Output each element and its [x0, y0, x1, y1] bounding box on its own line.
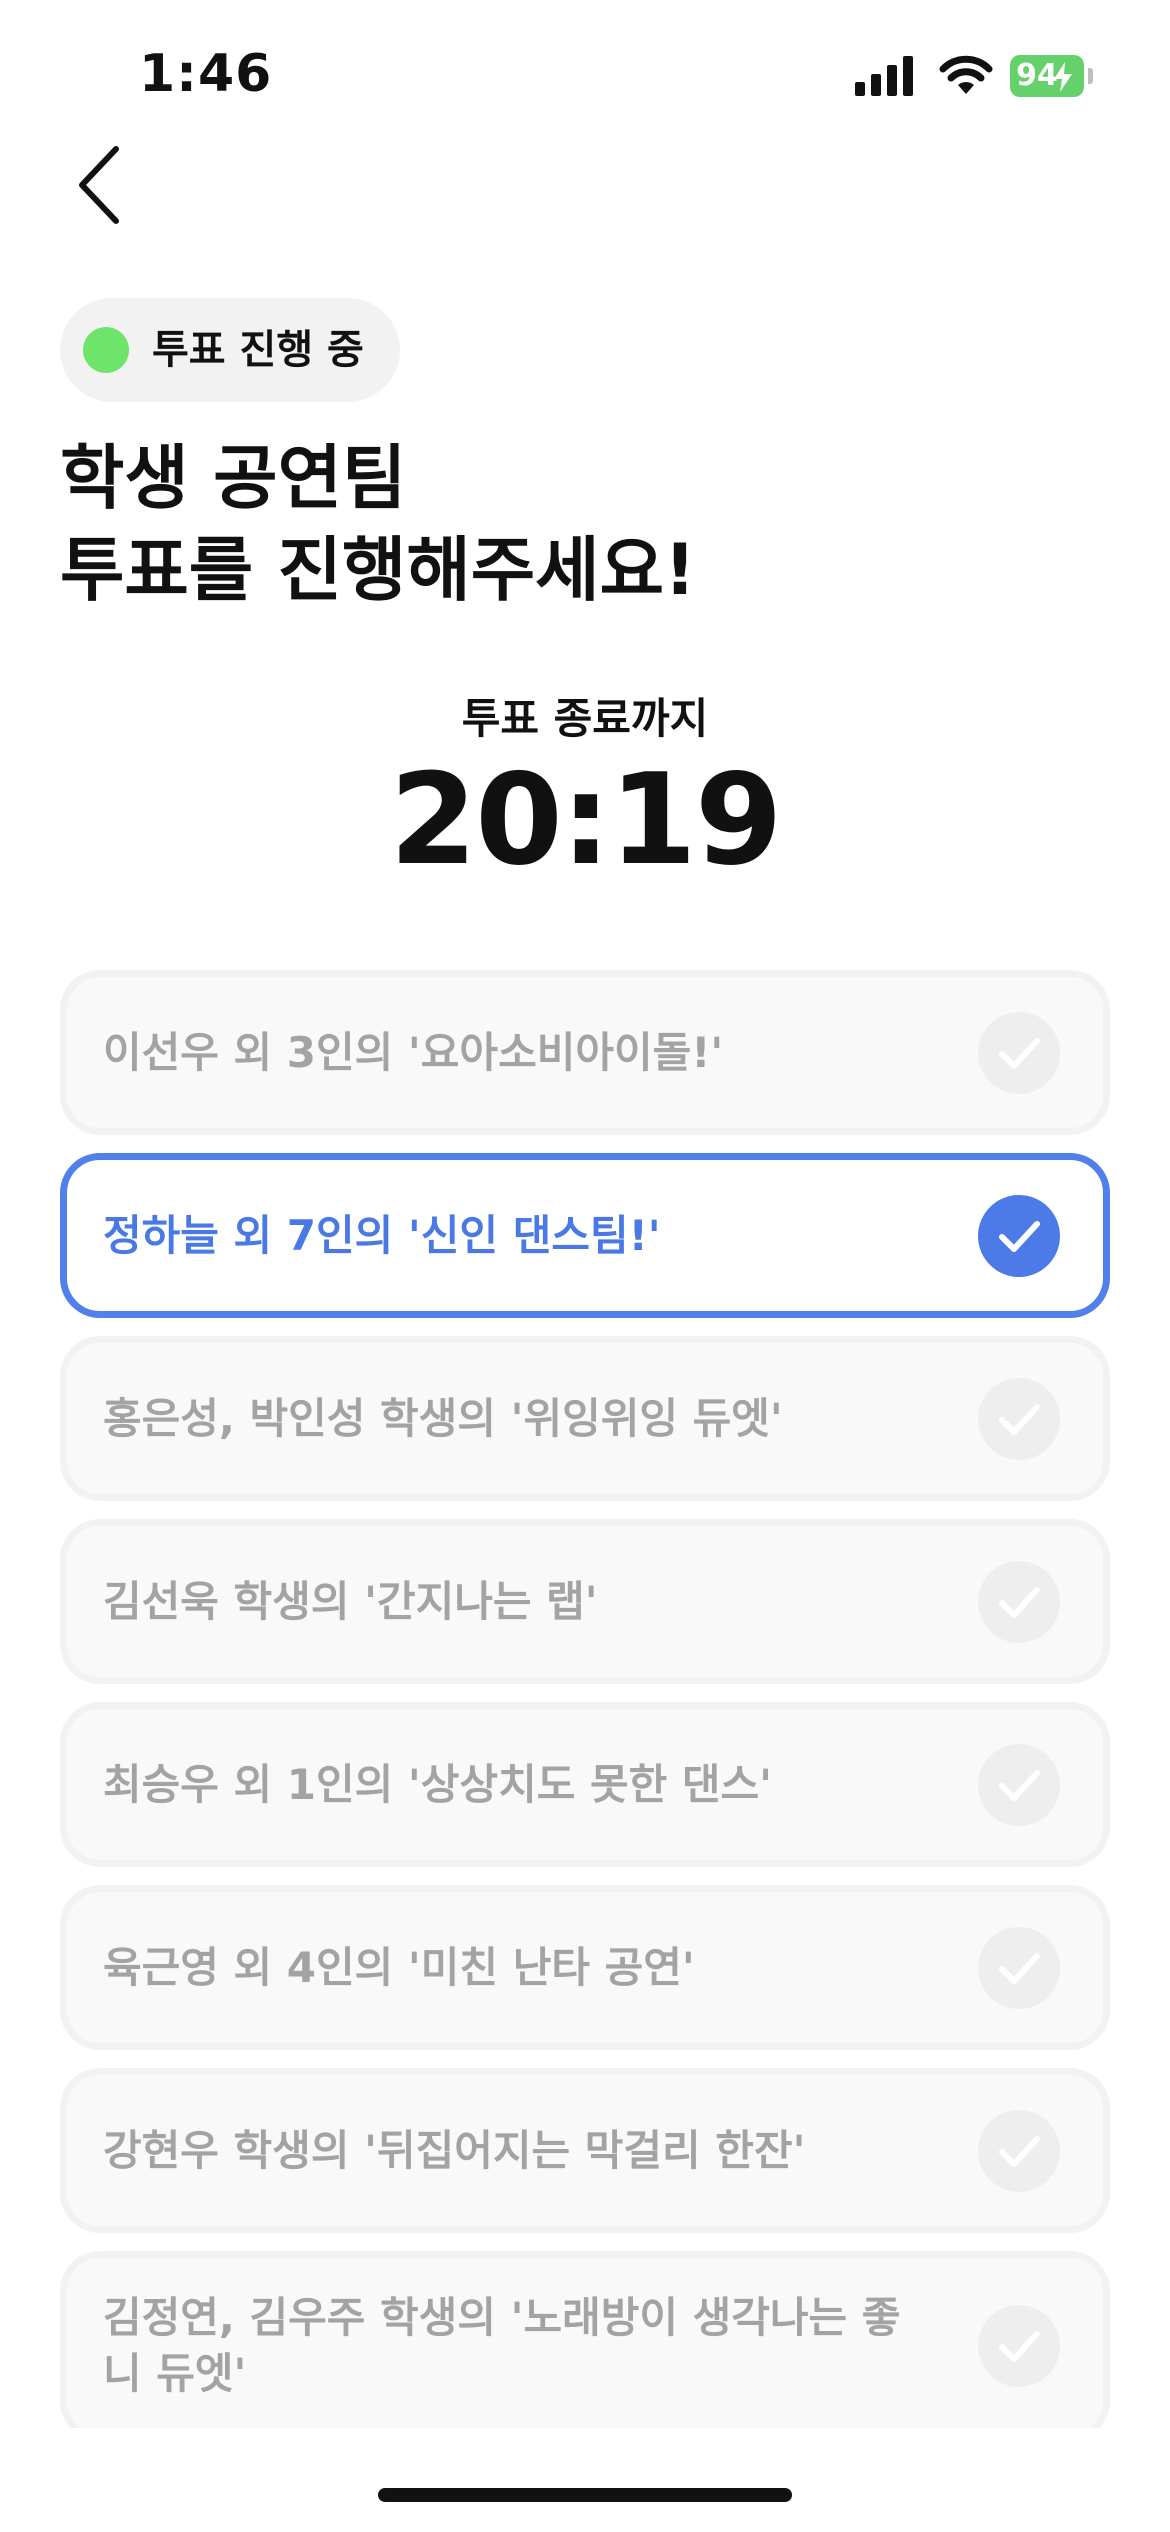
wifi-icon	[939, 55, 993, 94]
vote-option-label: 홍은성, 박인성 학생의 '위잉위잉 듀엣'	[103, 1393, 783, 1443]
vote-option[interactable]: 홍은성, 박인성 학생의 '위잉위잉 듀엣'	[60, 1336, 1110, 1501]
page-title-line1: 학생 공연팀	[60, 437, 407, 519]
back-button[interactable]	[60, 135, 140, 235]
vote-option[interactable]: 강현우 학생의 '뒤집어지는 막걸리 한잔'	[60, 2068, 1110, 2233]
check-icon	[978, 1194, 1060, 1277]
vote-option-list: 이선우 외 3인의 '요아소비아이돌!' 정하늘 외 7인의 '신인 댄스팀!'…	[60, 970, 1110, 2428]
page-title-line2: 투표를 진행해주세요!	[60, 529, 696, 611]
vote-status-label: 투표 진행 중	[152, 327, 364, 373]
vote-option[interactable]: 김선욱 학생의 '간지나는 랩'	[60, 1519, 1110, 1684]
home-indicator[interactable]	[378, 2488, 792, 2502]
check-icon	[978, 1011, 1060, 1094]
vote-option-label: 최승우 외 1인의 '상상치도 못한 댄스'	[103, 1759, 773, 1809]
countdown-label: 투표 종료까지	[461, 694, 709, 743]
check-icon	[978, 2305, 1060, 2387]
check-icon	[978, 1926, 1060, 2009]
vote-option[interactable]: 육근영 외 4인의 '미친 난타 공연'	[60, 1885, 1110, 2050]
check-icon	[978, 1377, 1060, 1460]
battery-cap	[1088, 68, 1093, 84]
vote-option-label: 강현우 학생의 '뒤집어지는 막걸리 한잔'	[103, 2125, 806, 2175]
vote-option-selected[interactable]: 정하늘 외 7인의 '신인 댄스팀!'	[60, 1153, 1110, 1318]
check-icon	[978, 1743, 1060, 1826]
charging-bolt-icon	[1054, 62, 1072, 92]
vote-option[interactable]: 최승우 외 1인의 '상상치도 못한 댄스'	[60, 1702, 1110, 1867]
vote-option-label: 김정연, 김우주 학생의 '노래방이 생각나는 좋니 듀엣'	[103, 2293, 901, 2398]
vote-status-badge: 투표 진행 중	[60, 298, 400, 402]
countdown-timer: 20:19	[389, 746, 782, 893]
vote-option-label: 이선우 외 3인의 '요아소비아이돌!'	[103, 1027, 724, 1077]
vote-option-label: 김선욱 학생의 '간지나는 랩'	[103, 1576, 598, 1626]
vote-option-label: 육근영 외 4인의 '미친 난타 공연'	[103, 1942, 695, 1992]
vote-option[interactable]: 이선우 외 3인의 '요아소비아이돌!'	[60, 970, 1110, 1135]
signal-icon	[855, 56, 913, 96]
status-time: 1:46	[139, 44, 273, 104]
page-title: 학생 공연팀 투표를 진행해주세요!	[60, 432, 696, 616]
status-dot-icon	[83, 327, 129, 373]
check-icon	[978, 1560, 1060, 1643]
vote-option[interactable]: 김정연, 김우주 학생의 '노래방이 생각나는 좋니 듀엣'	[60, 2251, 1110, 2428]
status-bar: 1:46 94	[0, 0, 1170, 150]
check-icon	[978, 2109, 1060, 2192]
vote-option-label: 정하늘 외 7인의 '신인 댄스팀!'	[103, 1210, 661, 1260]
chevron-left-icon	[79, 146, 119, 224]
